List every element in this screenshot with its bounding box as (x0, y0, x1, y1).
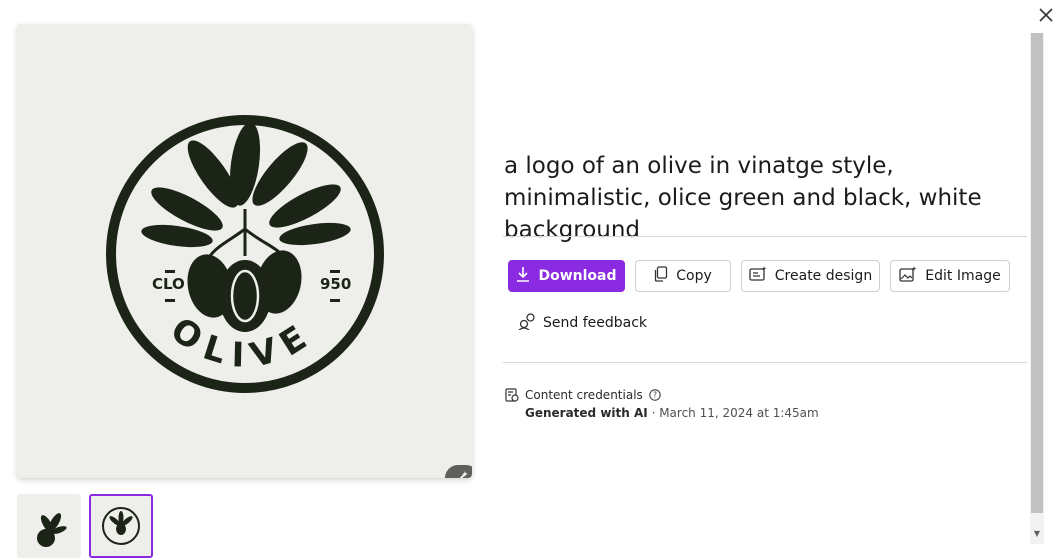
copy-button[interactable]: Copy (635, 260, 731, 292)
feedback-icon (518, 312, 543, 334)
content-credentials: Content credentials ? (505, 386, 661, 404)
copy-icon (654, 266, 676, 286)
content-credentials-icon (505, 388, 519, 402)
divider (503, 236, 1027, 237)
close-icon (1038, 7, 1054, 27)
help-icon[interactable]: ? (649, 389, 661, 401)
thumbnail-2-selected[interactable] (89, 494, 153, 558)
send-feedback-button[interactable]: Send feedback (518, 312, 647, 334)
olive-logo-thumbnail-image (102, 507, 140, 545)
olive-logo-image: CLO 950 OLIVE (106, 115, 384, 393)
create-design-icon (749, 266, 775, 286)
edit-image-icon (899, 266, 925, 286)
generation-metadata: Generated with AI · March 11, 2024 at 1:… (525, 406, 819, 420)
copy-label: Copy (676, 268, 712, 284)
svg-text:?: ? (653, 391, 657, 400)
metadata-separator: · (647, 406, 660, 420)
scrollbar-thumb[interactable] (1031, 33, 1043, 513)
logo-left-text: CLO (152, 275, 185, 293)
divider (503, 362, 1027, 363)
generated-with-ai-label: Generated with AI (525, 406, 648, 420)
scroll-down-arrow-icon[interactable]: ▼ (1032, 529, 1042, 539)
download-button[interactable]: Download (508, 260, 625, 292)
create-design-button[interactable]: Create design (741, 260, 880, 292)
send-feedback-label: Send feedback (543, 315, 648, 331)
generation-date: March 11, 2024 at 1:45am (659, 406, 819, 420)
content-credentials-title: Content credentials (525, 388, 643, 402)
download-icon (516, 266, 538, 286)
close-button[interactable] (1036, 7, 1056, 27)
prompt-text: a logo of an olive in vinatge style, min… (504, 153, 982, 243)
thumbnail-1[interactable] (17, 494, 81, 558)
magic-edit-button[interactable] (445, 465, 472, 478)
edit-image-button[interactable]: Edit Image (890, 260, 1010, 292)
download-label: Download (538, 268, 617, 284)
logo-right-text: 950 (320, 275, 351, 293)
olive-branch-thumbnail-image (37, 513, 67, 547)
create-design-label: Create design (774, 268, 873, 284)
edit-image-label: Edit Image (925, 268, 1001, 284)
magic-wand-icon (455, 469, 469, 478)
generated-image[interactable]: CLO 950 OLIVE (17, 24, 472, 478)
